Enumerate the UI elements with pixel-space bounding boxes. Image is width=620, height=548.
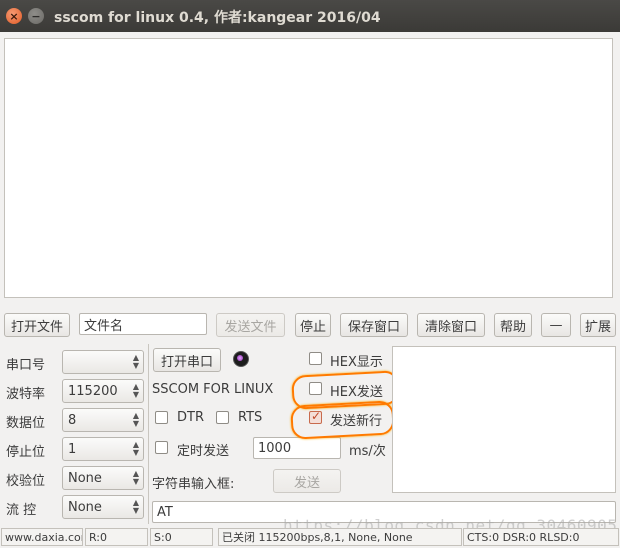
brand-label: SSCOM FOR LINUX <box>152 382 274 397</box>
panel-divider <box>148 344 149 524</box>
send-file-button[interactable]: 发送文件 <box>216 313 285 337</box>
status-website: www.daxia.com <box>1 528 83 546</box>
interval-field[interactable]: 1000 <box>253 437 341 459</box>
open-file-button[interactable]: 打开文件 <box>4 313 70 337</box>
hex-display-checkbox[interactable] <box>309 352 322 365</box>
title-bar: × − sscom for linux 0.4, 作者:kangear 2016… <box>0 0 620 32</box>
spin-arrows-icon: ▲ ▼ <box>132 353 139 370</box>
send-button[interactable]: 发送 <box>273 469 341 493</box>
stopbits-select[interactable]: 1 ▲ ▼ <box>62 437 144 461</box>
open-port-button[interactable]: 打开串口 <box>153 348 221 372</box>
stopbits-label: 停止位 <box>6 445 46 460</box>
port-select[interactable]: ▲ ▼ <box>62 350 144 374</box>
receive-text-area[interactable] <box>4 38 613 298</box>
save-window-button[interactable]: 保存窗口 <box>340 313 408 337</box>
flow-label: 流 控 <box>6 503 37 518</box>
flow-select[interactable]: None ▲ ▼ <box>62 495 144 519</box>
expand-button[interactable]: 扩展 <box>580 313 616 337</box>
parity-value: None <box>68 470 102 486</box>
flow-value: None <box>68 499 102 515</box>
dtr-label: DTR <box>177 410 204 425</box>
databits-select[interactable]: 8 ▲ ▼ <box>62 408 144 432</box>
close-window-icon[interactable]: × <box>6 8 22 24</box>
interval-unit-label: ms/次 <box>349 444 386 459</box>
status-tx-count: S:0 <box>150 528 213 546</box>
status-port-info: 已关闭 115200bps,8,1, None, None <box>218 528 462 546</box>
string-input-label: 字符串输入框: <box>152 477 235 492</box>
clear-window-button[interactable]: 清除窗口 <box>417 313 485 337</box>
status-line-signals: CTS:0 DSR:0 RLSD:0 <box>463 528 619 546</box>
status-rx-count: R:0 <box>85 528 148 546</box>
stopbits-value: 1 <box>68 441 77 457</box>
rts-label: RTS <box>238 410 263 425</box>
parity-label: 校验位 <box>6 474 46 489</box>
spin-arrows-icon: ▲ ▼ <box>132 440 139 457</box>
timed-send-checkbox[interactable] <box>155 441 168 454</box>
filename-field[interactable]: 文件名 <box>79 313 207 335</box>
minimize-window-icon[interactable]: − <box>28 8 44 24</box>
port-status-led-icon <box>233 351 249 367</box>
baud-label: 波特率 <box>6 387 46 402</box>
spin-arrows-icon: ▲ ▼ <box>132 382 139 399</box>
hex-display-label: HEX显示 <box>330 355 383 370</box>
spin-arrows-icon: ▲ ▼ <box>132 498 139 515</box>
spin-arrows-icon: ▲ ▼ <box>132 411 139 428</box>
status-bar: www.daxia.com R:0 S:0 已关闭 115200bps,8,1,… <box>0 527 620 548</box>
timed-send-label: 定时发送 <box>177 444 230 459</box>
collapse-button[interactable]: — <box>541 313 571 337</box>
databits-label: 数据位 <box>6 416 46 431</box>
port-label: 串口号 <box>6 358 46 373</box>
baud-select[interactable]: 115200 ▲ ▼ <box>62 379 144 403</box>
stop-button[interactable]: 停止 <box>295 313 331 337</box>
rts-checkbox[interactable] <box>216 411 229 424</box>
send-text-area[interactable] <box>392 346 616 493</box>
spin-arrows-icon: ▲ ▼ <box>132 469 139 486</box>
dtr-checkbox[interactable] <box>155 411 168 424</box>
help-button[interactable]: 帮助 <box>494 313 532 337</box>
baud-value: 115200 <box>68 383 118 399</box>
annotation-circle-send-newline <box>290 400 395 440</box>
parity-select[interactable]: None ▲ ▼ <box>62 466 144 490</box>
databits-value: 8 <box>68 412 77 428</box>
window-title: sscom for linux 0.4, 作者:kangear 2016/04 <box>54 10 381 26</box>
